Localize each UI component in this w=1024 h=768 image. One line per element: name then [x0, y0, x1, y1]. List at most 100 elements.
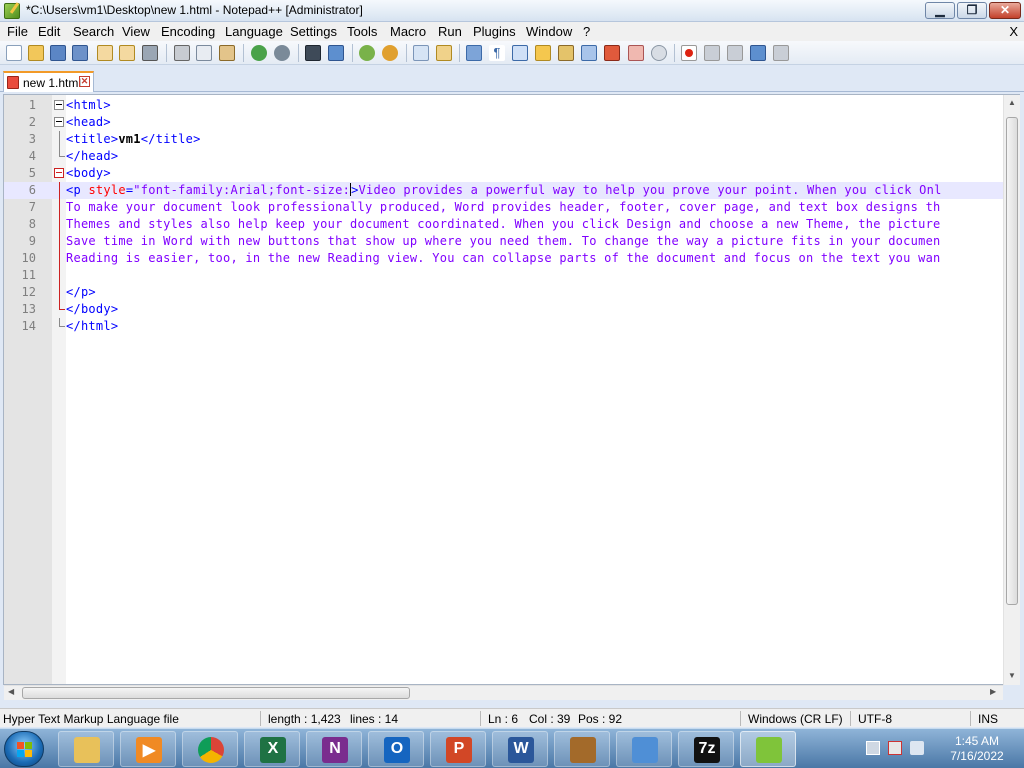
sync-horizontal-icon[interactable] — [436, 45, 452, 61]
menu-help[interactable]: ? — [583, 24, 590, 39]
notepadpp-app-icon[interactable] — [4, 3, 20, 19]
code-line[interactable]: 9 Save time in Word with new buttons that… — [4, 233, 1004, 250]
code-text[interactable]: To make your document look professionall… — [66, 200, 941, 214]
tab-close-icon[interactable]: ✕ — [79, 76, 90, 87]
cut-icon[interactable] — [174, 45, 190, 61]
eye-icon[interactable] — [651, 45, 667, 61]
clock[interactable]: 1:45 AM 7/16/2022 — [944, 734, 1010, 764]
taskbar-powerpoint-button[interactable]: P — [430, 731, 486, 767]
code-text[interactable]: </p> — [66, 285, 96, 299]
code-line[interactable]: 13 </body> — [4, 301, 1004, 318]
code-line[interactable]: 1 <html> — [4, 97, 1004, 114]
menu-settings[interactable]: Settings — [290, 24, 337, 39]
menu-search[interactable]: Search — [73, 24, 114, 39]
taskbar-7zip-button[interactable]: 7z — [678, 731, 734, 767]
network-icon[interactable] — [866, 741, 880, 755]
taskbar-explorer-button[interactable] — [58, 731, 114, 767]
taskbar-notepadpp-button[interactable] — [740, 731, 796, 767]
menu-edit[interactable]: Edit — [38, 24, 60, 39]
code-line[interactable]: 11 — [4, 267, 1004, 284]
taskbar-chrome-button[interactable] — [182, 731, 238, 767]
open-file-icon[interactable] — [28, 45, 44, 61]
tab-new-1-html[interactable]: new 1.html ✕ — [3, 71, 94, 92]
function-list-icon[interactable] — [581, 45, 597, 61]
taskbar-onenote-button[interactable]: N — [306, 731, 362, 767]
save-macro-icon[interactable] — [773, 45, 789, 61]
menu-view[interactable]: View — [122, 24, 150, 39]
start-button[interactable] — [4, 731, 44, 767]
code-line[interactable]: 2 <head> — [4, 114, 1004, 131]
doc-map-icon[interactable] — [558, 45, 574, 61]
code-text[interactable]: <title>vm1</title> — [66, 132, 201, 146]
vertical-scroll-thumb[interactable] — [1006, 117, 1018, 605]
code-text[interactable]: </body> — [66, 302, 118, 316]
close-window-button[interactable]: ✕ — [989, 2, 1021, 19]
code-line[interactable]: 12 </p> — [4, 284, 1004, 301]
status-eol[interactable]: Windows (CR LF) — [748, 712, 843, 726]
define-language-icon[interactable] — [535, 45, 551, 61]
code-text[interactable]: <p style="font-family:Arial;font-size:>V… — [66, 183, 942, 197]
run-macro-multiple-icon[interactable] — [750, 45, 766, 61]
doc-monitor-icon[interactable] — [628, 45, 644, 61]
taskbar-treasure-app-button[interactable] — [554, 731, 610, 767]
stop-record-icon[interactable] — [704, 45, 720, 61]
code-text[interactable]: Themes and styles also help keep your do… — [66, 217, 941, 231]
fold-toggle-icon[interactable] — [54, 117, 64, 127]
code-line[interactable]: 5 <body> — [4, 165, 1004, 182]
close-all-icon[interactable] — [119, 45, 135, 61]
zoom-in-icon[interactable] — [359, 45, 375, 61]
print-icon[interactable] — [142, 45, 158, 61]
code-line[interactable]: 14 </html> — [4, 318, 1004, 335]
taskbar-control-panel-button[interactable] — [616, 731, 672, 767]
redo-icon[interactable] — [274, 45, 290, 61]
taskbar-excel-button[interactable]: X — [244, 731, 300, 767]
indent-guide-icon[interactable] — [512, 45, 528, 61]
menu-tools[interactable]: Tools — [347, 24, 377, 39]
code-line[interactable]: 7 To make your document look professional… — [4, 199, 1004, 216]
menu-file[interactable]: File — [7, 24, 28, 39]
scroll-left-icon[interactable]: ◀ — [8, 687, 14, 696]
taskbar-word-button[interactable]: W — [492, 731, 548, 767]
status-insert-mode[interactable]: INS — [978, 712, 998, 726]
close-document-x[interactable]: X — [1009, 24, 1018, 39]
editor-area[interactable]: 1 <html> 2 <head> 3 <title>vm1</title> 4 </head… — [3, 94, 1020, 685]
paste-icon[interactable] — [219, 45, 235, 61]
new-file-icon[interactable] — [6, 45, 22, 61]
code-text[interactable]: Save time in Word with new buttons that … — [66, 234, 941, 248]
copy-icon[interactable] — [196, 45, 212, 61]
code-line[interactable]: 3 <title>vm1</title> — [4, 131, 1004, 148]
code-text[interactable]: Reading is easier, too, in the new Readi… — [66, 251, 941, 265]
action-center-icon[interactable] — [888, 741, 902, 755]
taskbar-outlook-button[interactable]: O — [368, 731, 424, 767]
code-line[interactable]: 6 <p style="font-family:Arial;font-size:>… — [4, 182, 1004, 199]
show-all-chars-icon[interactable]: ¶ — [489, 45, 505, 61]
find-icon[interactable] — [305, 45, 321, 61]
scroll-right-icon[interactable]: ▶ — [990, 687, 996, 696]
zoom-out-icon[interactable] — [382, 45, 398, 61]
word-wrap-icon[interactable] — [466, 45, 482, 61]
taskbar-media-player-button[interactable]: ▶ — [120, 731, 176, 767]
scroll-up-icon[interactable]: ▲ — [1008, 98, 1016, 107]
status-encoding[interactable]: UTF-8 — [858, 712, 892, 726]
save-icon[interactable] — [50, 45, 66, 61]
menu-language[interactable]: Language — [225, 24, 283, 39]
code-text[interactable]: <head> — [66, 115, 111, 129]
code-text[interactable]: <body> — [66, 166, 111, 180]
record-macro-icon[interactable] — [681, 45, 697, 61]
code-text[interactable]: </head> — [66, 149, 118, 163]
code-line[interactable]: 8 Themes and styles also help keep your d… — [4, 216, 1004, 233]
save-all-icon[interactable] — [72, 45, 88, 61]
vertical-scrollbar[interactable]: ▲ ▼ — [1003, 95, 1020, 685]
play-macro-icon[interactable] — [727, 45, 743, 61]
folder-workspace-icon[interactable] — [604, 45, 620, 61]
fold-toggle-icon[interactable] — [54, 100, 64, 110]
scroll-down-icon[interactable]: ▼ — [1008, 671, 1016, 680]
fold-toggle-icon[interactable] — [54, 168, 64, 178]
volume-icon[interactable] — [910, 741, 924, 755]
undo-icon[interactable] — [251, 45, 267, 61]
horizontal-scrollbar[interactable]: ◀ ▶ — [4, 685, 1003, 700]
code-text[interactable]: <html> — [66, 98, 111, 112]
menu-window[interactable]: Window — [526, 24, 572, 39]
replace-icon[interactable] — [328, 45, 344, 61]
code-line[interactable]: 4 </head> — [4, 148, 1004, 165]
